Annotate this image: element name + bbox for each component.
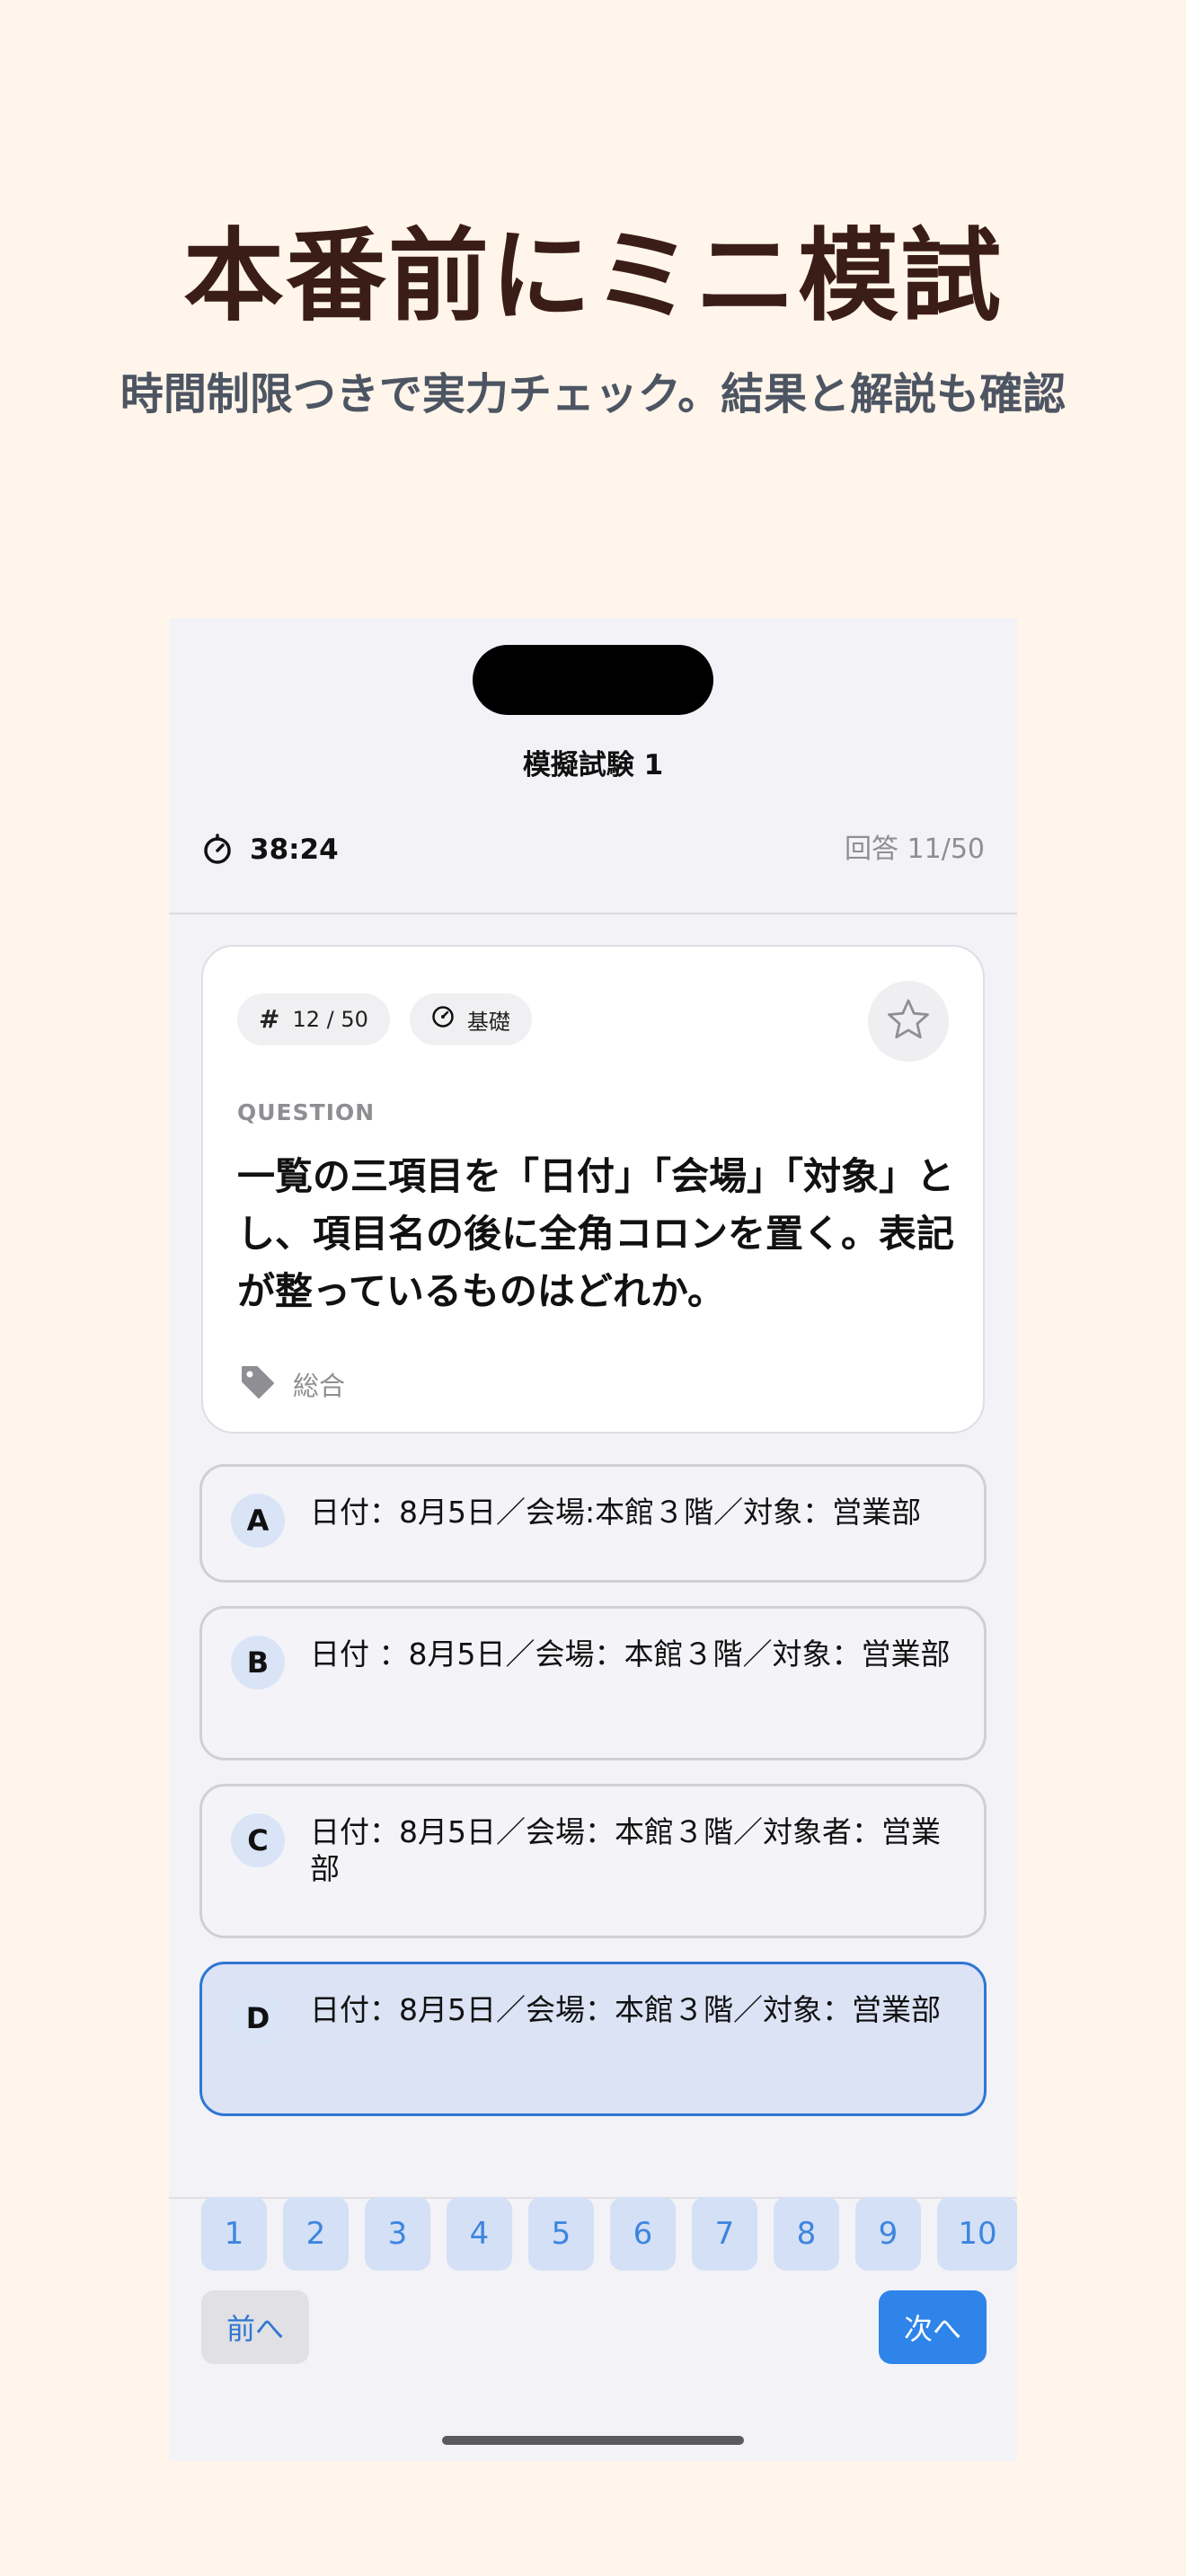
dynamic-island <box>473 645 713 715</box>
timer-value: 38:24 <box>250 834 339 866</box>
previous-button[interactable]: 前へ <box>201 2290 309 2364</box>
page-button-7[interactable]: 7 <box>692 2197 757 2271</box>
category-label: 総合 <box>293 1371 346 1401</box>
page-button-2[interactable]: 2 <box>283 2197 349 2271</box>
page-button-3[interactable]: 3 <box>365 2197 430 2271</box>
next-button[interactable]: 次へ <box>879 2290 987 2364</box>
question-number: 12 / 50 <box>292 1007 368 1032</box>
gauge-icon <box>431 1005 455 1034</box>
home-indicator[interactable] <box>442 2436 744 2445</box>
exam-status-bar: 38:24 回答 11/50 <box>169 823 1017 877</box>
question-chips: # 12 / 50 基礎 <box>237 993 532 1045</box>
timer: 38:24 <box>201 823 339 877</box>
header-divider <box>169 913 1017 914</box>
screen-title: 模擬試験 1 <box>522 749 664 781</box>
promo-headline: 本番前にミニ模試 <box>183 218 1003 335</box>
question-pager: 1 2 3 4 5 6 7 8 9 10 <box>201 2197 1017 2271</box>
promo-subhead: 時間制限つきで実力チェック。結果と解説も確認 <box>119 369 1067 419</box>
question-number-chip: # 12 / 50 <box>237 993 390 1045</box>
page-button-1[interactable]: 1 <box>201 2197 267 2271</box>
page-button-4[interactable]: 4 <box>447 2197 512 2271</box>
question-text: 一覧の三項目を「日付」「会場」「対象」とし、項目名の後に全角コロンを置く。表記が… <box>237 1154 955 1313</box>
option-text: 日付：8月5日／会場：本館３階／対象：営業部 <box>310 1992 941 2027</box>
answer-option-a[interactable]: A 日付：8月5日／会場:本館３階／対象：営業部 <box>199 1464 987 1583</box>
page-button-10[interactable]: 10 <box>937 2197 1017 2271</box>
phone-screen: 模擬試験 1 38:24 回答 11/50 # 12 / 50 基礎 QUEST… <box>169 618 1017 2461</box>
tag-icon <box>237 1362 277 1407</box>
answered-count: 回答 11/50 <box>845 834 985 865</box>
option-letter: B <box>231 1636 285 1689</box>
option-letter: D <box>231 1991 285 2045</box>
difficulty-chip: 基礎 <box>409 993 532 1045</box>
option-text: 日付：8月5日／会場:本館３階／対象：営業部 <box>310 1495 922 1530</box>
page-button-8[interactable]: 8 <box>774 2197 839 2271</box>
option-letter: C <box>231 1813 285 1867</box>
answer-option-c[interactable]: C 日付：8月5日／会場：本館３階／対象者：営業部 <box>199 1784 987 1938</box>
difficulty-label: 基礎 <box>466 1009 510 1035</box>
option-text: 日付：8月5日／会場：本館３階／対象者：営業部 <box>310 1814 941 1886</box>
star-icon <box>886 997 931 1045</box>
answer-option-d[interactable]: D 日付：8月5日／会場：本館３階／対象：営業部 <box>199 1962 987 2116</box>
hash-icon: # <box>259 1004 280 1034</box>
page-button-5[interactable]: 5 <box>528 2197 594 2271</box>
timer-icon <box>201 834 234 866</box>
option-letter: A <box>231 1494 285 1548</box>
option-text: 日付 ：8月5日／会場：本館３階／対象：営業部 <box>310 1636 951 1672</box>
question-category: 総合 <box>237 1362 345 1407</box>
question-label: QUESTION <box>237 1099 376 1125</box>
bookmark-button[interactable] <box>868 981 949 1062</box>
page-button-9[interactable]: 9 <box>855 2197 921 2271</box>
page-button-6[interactable]: 6 <box>610 2197 676 2271</box>
question-card: # 12 / 50 基礎 QUESTION 一覧の三項目を「日付」「会場」「対象… <box>201 945 985 1434</box>
answer-option-b[interactable]: B 日付 ：8月5日／会場：本館３階／対象：営業部 <box>199 1606 987 1760</box>
